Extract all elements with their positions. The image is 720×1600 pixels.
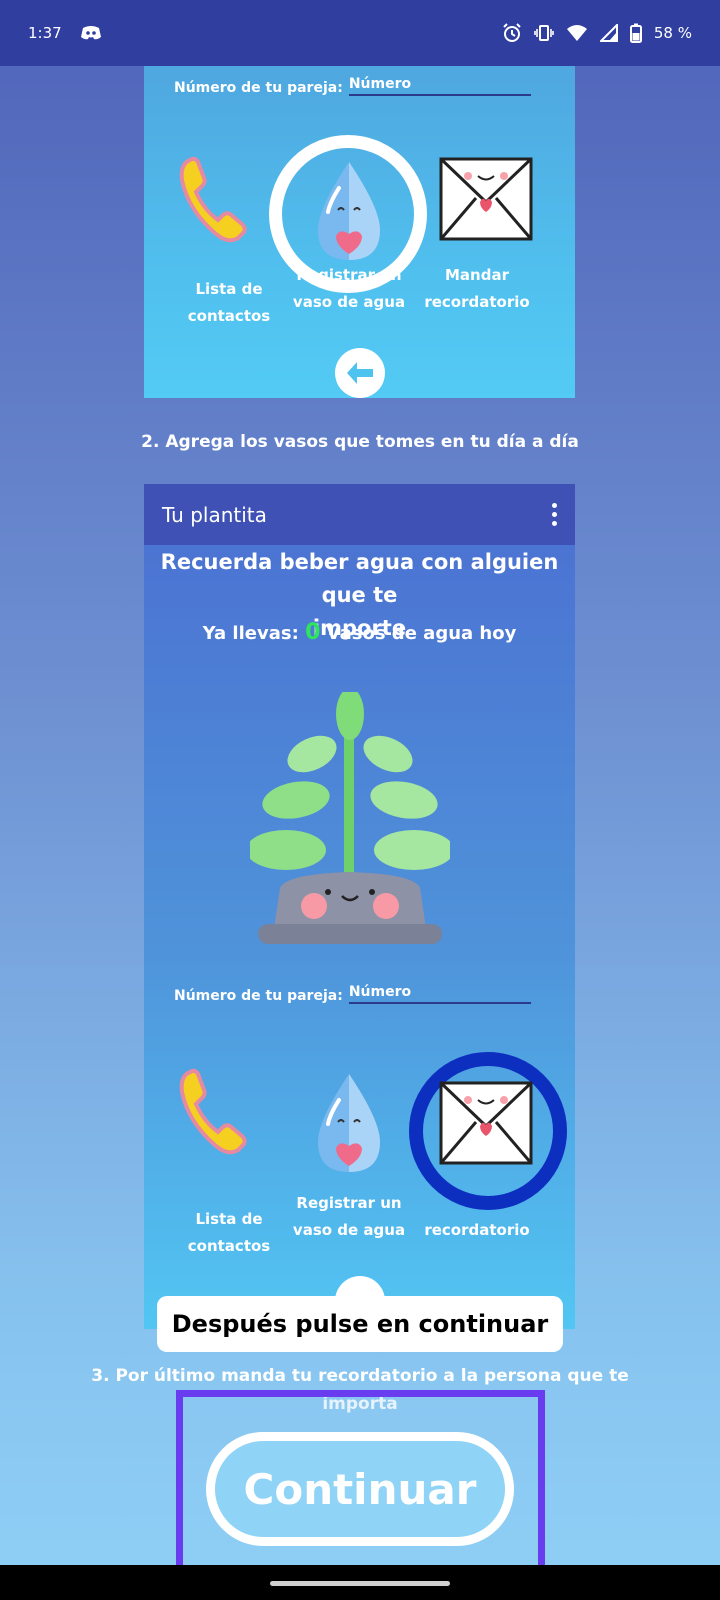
status-time: 1:37 xyxy=(28,24,62,42)
phone-icon xyxy=(176,154,248,250)
vibrate-icon xyxy=(534,23,554,43)
continue-button[interactable]: Continuar xyxy=(206,1432,514,1546)
phone-icon xyxy=(176,1066,248,1162)
register-label: Registrar un vaso de agua xyxy=(292,266,406,311)
water-drop-icon xyxy=(304,158,394,272)
partner-number-field: Número xyxy=(348,984,531,1004)
send-label: Mandar recordatorio xyxy=(424,266,530,311)
tutorial-image-1: Número de tu pareja: Número Lista de cont… xyxy=(144,66,575,398)
contacts-label: Lista de contactos xyxy=(187,1210,271,1255)
battery-icon xyxy=(629,23,642,43)
hint-toast: Después pulse en continuar xyxy=(157,1296,563,1352)
discord-icon xyxy=(80,25,102,41)
contacts-label: Lista de contactos xyxy=(187,280,271,325)
more-options-icon xyxy=(552,503,557,526)
glass-counter: Ya llevas: 0 Vasos de agua hoy xyxy=(202,620,517,645)
home-gesture-handle[interactable] xyxy=(270,1581,450,1586)
back-button xyxy=(335,348,385,398)
glass-count-value: 0 xyxy=(305,620,321,645)
signal-icon xyxy=(599,24,618,42)
partner-number-row: Número de tu pareja: Número xyxy=(174,76,531,96)
envelope-icon xyxy=(438,1080,534,1170)
arrow-left-icon xyxy=(347,362,373,384)
partner-number-field: Número xyxy=(348,76,531,96)
battery-percent: 58 % xyxy=(653,24,692,42)
app-title: Tu plantita xyxy=(162,502,267,527)
plant-illustration xyxy=(246,688,454,956)
envelope-icon xyxy=(438,156,534,246)
step-2-text: 2. Agrega los vasos que tomes en tu día … xyxy=(141,432,579,452)
partner-number-row: Número de tu pareja: Número xyxy=(174,984,531,1004)
status-bar: 1:37 58 % xyxy=(0,0,720,66)
wifi-icon xyxy=(566,24,588,42)
alarm-icon xyxy=(502,23,522,43)
tutorial-image-2: Tu plantita Recuerda beber agua con algu… xyxy=(144,484,575,1329)
partner-number-label: Número de tu pareja: xyxy=(174,80,343,96)
register-label: Registrar un vaso de agua xyxy=(292,1194,406,1239)
partner-number-label: Número de tu pareja: xyxy=(174,988,343,1004)
water-drop-icon xyxy=(304,1070,394,1184)
app-bar: Tu plantita xyxy=(144,484,575,545)
send-label: recordatorio xyxy=(424,1221,530,1239)
